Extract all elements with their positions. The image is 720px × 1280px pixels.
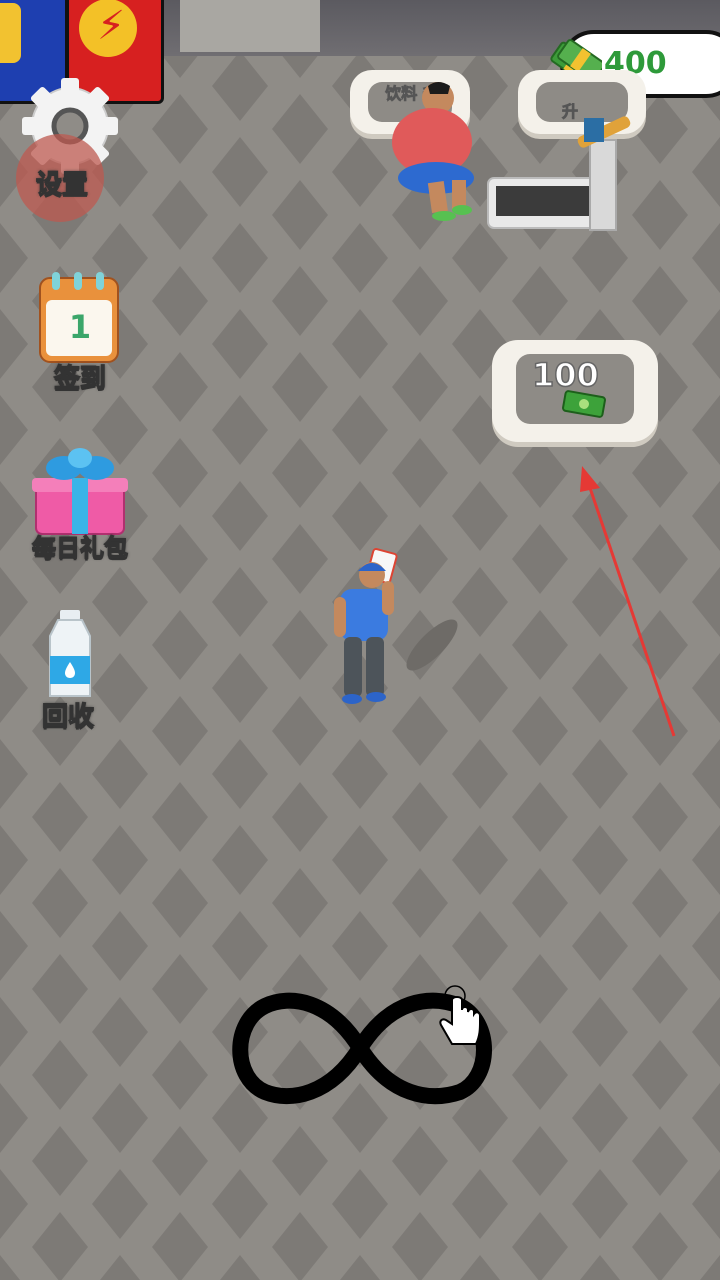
customer-character	[392, 82, 474, 221]
checkin-label: 签到	[53, 363, 106, 394]
wall-panel	[180, 0, 320, 52]
pointing-hand-icon	[439, 985, 481, 1045]
upgrade-price: 100	[531, 355, 599, 395]
settings-label: 设置	[35, 169, 88, 200]
daily-gift-label: 每日礼包	[31, 533, 128, 562]
guide-arrow	[580, 466, 676, 737]
settings-button[interactable]: 设置	[16, 78, 132, 222]
daily-gift-button[interactable]: 每日礼包	[18, 448, 142, 563]
cash-icon	[562, 390, 606, 418]
water-bottle-icon	[49, 610, 91, 697]
player-character	[334, 548, 458, 704]
recycle-button[interactable]: 回收	[28, 608, 108, 733]
gift-box-icon	[32, 448, 128, 535]
checkin-button[interactable]: 1 签到	[30, 270, 130, 395]
recycle-label: 回收	[41, 701, 94, 732]
treadmill	[487, 116, 631, 231]
checkin-day: 1	[68, 308, 92, 346]
